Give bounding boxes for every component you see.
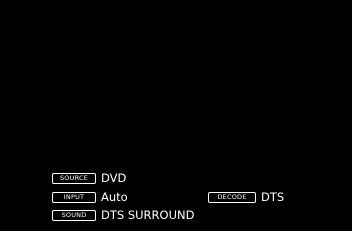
input-tag: INPUT xyxy=(52,191,96,203)
sound-value: DTS SURROUND xyxy=(101,208,195,222)
bottom-margin xyxy=(0,231,352,244)
osd-screen: SOURCE DVD INPUT Auto DECODE DTS SOUND D… xyxy=(0,0,352,231)
decode-tag: DECODE xyxy=(208,191,256,203)
input-row: INPUT Auto xyxy=(52,190,128,204)
sound-tag: SOUND xyxy=(52,209,96,221)
decode-value: DTS xyxy=(261,190,285,204)
sound-row: SOUND DTS SURROUND xyxy=(52,208,194,222)
source-tag: SOURCE xyxy=(52,172,96,184)
source-row: SOURCE DVD xyxy=(52,171,126,185)
input-value: Auto xyxy=(101,190,128,204)
decode-row: DECODE DTS xyxy=(208,190,284,204)
source-value: DVD xyxy=(101,171,127,185)
